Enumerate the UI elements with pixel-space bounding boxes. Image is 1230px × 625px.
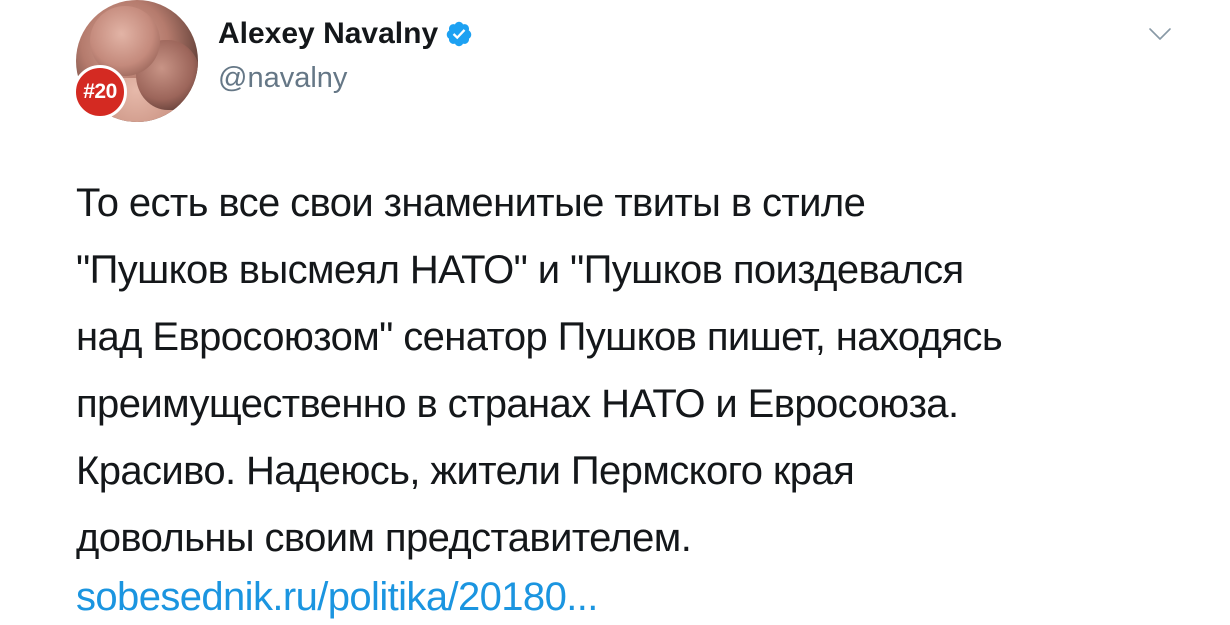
- tweet-text-line: преимущественно в странах НАТО и Евросою…: [76, 382, 959, 426]
- display-name[interactable]: Alexey Navalny: [218, 14, 438, 54]
- verified-badge-icon: [446, 21, 472, 47]
- author-handle[interactable]: @navalny: [218, 60, 347, 96]
- tweet-text: То есть все свои знаменитые твиты в стил…: [76, 170, 1196, 572]
- tweet-text-line: То есть все свои знаменитые твиты в стил…: [76, 181, 866, 225]
- tweet-link[interactable]: sobesednik.ru/politika/20180...: [76, 572, 598, 622]
- tweet-text-line: над Евросоюзом" сенатор Пушков пишет, на…: [76, 315, 1003, 359]
- tweet-text-line: довольны своим представителем.: [76, 516, 692, 560]
- author-name-row[interactable]: Alexey Navalny: [218, 14, 473, 54]
- avatar-badge: #20: [73, 65, 127, 119]
- tweet-card: #20 Alexey Navalny @navalny То есть все …: [0, 0, 1230, 625]
- chevron-down-icon[interactable]: [1148, 26, 1172, 42]
- tweet-text-line: Красиво. Надеюсь, жители Пермского края: [76, 449, 855, 493]
- tweet-text-line: "Пушков высмеял НАТО" и "Пушков поиздева…: [76, 248, 964, 292]
